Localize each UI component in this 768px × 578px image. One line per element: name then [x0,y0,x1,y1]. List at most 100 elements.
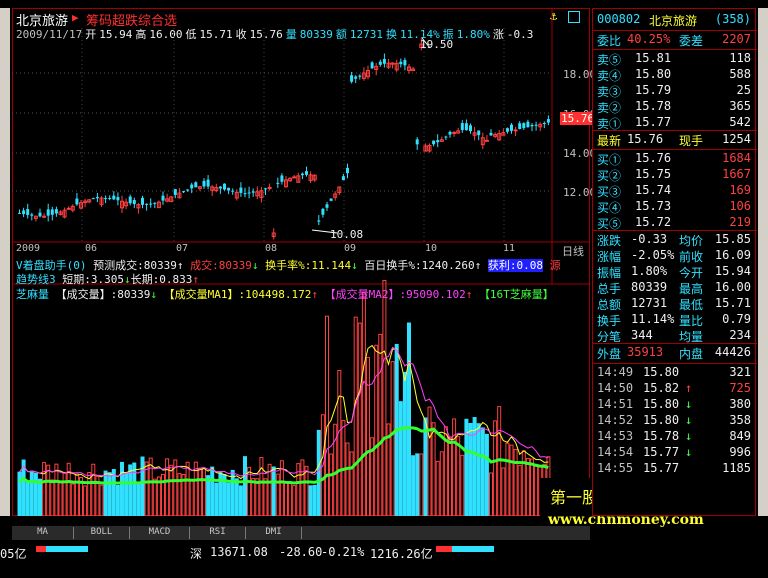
ask-row[interactable]: 卖⑤ 15.81 118 [597,51,753,67]
indicator3-name[interactable]: 芝麻量 [16,288,49,301]
tab-boll[interactable]: BOLL [74,527,130,539]
candle-body [182,191,185,193]
volume-bar [300,459,305,516]
volume-bar [501,467,506,516]
stat-v1: 344 [631,328,653,342]
volume-bar [435,460,440,516]
volume-bar [152,478,157,516]
tick-row[interactable]: 14:49 15.80 321 [597,365,753,381]
stat-row: 涨幅 -2.05% 前收 16.09 [597,248,753,264]
volume-bar [238,485,243,516]
ask-row[interactable]: 卖① 15.77 542 [597,115,753,131]
market-bar-icon [60,546,88,552]
high-annotation: 19.50 [420,38,454,51]
tab-ma[interactable]: MA [12,527,74,539]
candle-body [505,128,509,132]
candle-body [546,119,550,123]
volume-bar [480,427,485,516]
right-scrollbar[interactable] [758,8,768,516]
tab-macd[interactable]: MACD [130,527,190,539]
volume-bar [431,422,436,516]
tick-dir: ↓ [685,397,693,411]
tick-row[interactable]: 14:55 15.77 1185 [597,461,753,477]
tick-vol: 996 [729,445,751,459]
stat-v2: 15.71 [714,296,751,310]
volume-bar [136,482,141,516]
candle-body [243,193,247,195]
tick-vol: 321 [729,365,751,379]
last-price-value: 15.76 [627,132,664,146]
tick-row[interactable]: 14:51 15.80 ↓ 380 [597,397,753,413]
volume-bar [366,356,370,516]
volume-bar [525,457,530,516]
stat-l1: 涨跌 [597,234,622,248]
tick-row[interactable]: 14:50 15.82 ↑ 725 [597,381,753,397]
candle-body [54,209,58,214]
volume-bar [70,483,75,516]
tab-dmi[interactable]: DMI [246,527,302,539]
low-annotation: 10.08 [330,228,364,241]
candle-body [66,207,71,210]
bid-row[interactable]: 买② 15.75 1667 [597,167,753,183]
candle-body [444,136,448,138]
bid-row[interactable]: 买⑤ 15.72 219 [597,215,753,231]
volume-bar [275,473,280,516]
ask-row[interactable]: 卖④ 15.80 588 [597,67,753,83]
candle-body [534,124,538,126]
volume-bar [476,423,481,516]
candle-body [452,131,457,134]
indicator3-ma1: 【成交量MA1】:104498.172 [163,288,312,301]
candle-body [128,196,132,204]
period-label[interactable]: 日线 [562,243,584,259]
candle-body [141,197,144,205]
stat-v2: 15.85 [714,232,751,246]
volume-bar [115,484,120,516]
candle-body [231,190,235,192]
tick-row[interactable]: 14:52 15.80 ↓ 358 [597,413,753,429]
candle-body [91,198,95,200]
stat-l1: 总手 [597,282,622,296]
volume-bar [255,478,260,516]
tick-price: 15.80 [643,413,680,427]
level-label: 卖② [597,101,622,115]
tab-rsi[interactable]: RSI [190,527,246,539]
left-scrollbar[interactable] [0,8,10,516]
candle-body [542,122,546,124]
bid-row[interactable]: 买① 15.76 1684 [597,151,753,167]
stat-l1: 涨幅 [597,250,622,264]
volume-bar [189,480,194,516]
volume-bar [38,478,42,516]
index-pct: -0.21% [321,545,365,559]
ask-row[interactable]: 卖② 15.78 365 [597,99,753,115]
candle-body [206,179,210,187]
candle-body [42,215,47,218]
tick-time: 14:49 [597,365,634,379]
last-price-label: 最新 [597,134,622,148]
candle-body [305,171,308,175]
bid-row[interactable]: 买③ 15.74 169 [597,183,753,199]
candle-body [223,183,226,190]
bid-row[interactable]: 买④ 15.73 106 [597,199,753,215]
candle-body [108,197,112,199]
tick-price: 15.78 [643,429,680,443]
tick-time: 14:55 [597,461,634,475]
ask-row[interactable]: 卖③ 15.79 25 [597,83,753,99]
stat-v1: 1.80% [631,264,668,278]
tick-row[interactable]: 14:53 15.78 ↓ 849 [597,429,753,445]
inner-label: 内盘 [679,347,704,361]
level-price: 15.80 [635,67,672,81]
index-value: 13671.08 [210,545,268,559]
tick-dir: ↓ [685,445,693,459]
candle-body [132,200,136,205]
indicator2-short: 短期:3.305 [62,273,124,286]
indicator2-name[interactable]: 趋势线3 [16,273,56,286]
index-amount: 1216.26亿 [370,547,433,561]
volume-bar [390,361,395,516]
stat-row: 总额 12731 最低 15.71 [597,296,753,312]
tick-vol: 358 [729,413,751,427]
candle-body [104,198,108,200]
current-price-tag: 15.76 [560,112,596,125]
level-price: 15.74 [635,183,672,197]
tick-time: 14:54 [597,445,634,459]
tick-row[interactable]: 14:54 15.77 ↓ 996 [597,445,753,461]
